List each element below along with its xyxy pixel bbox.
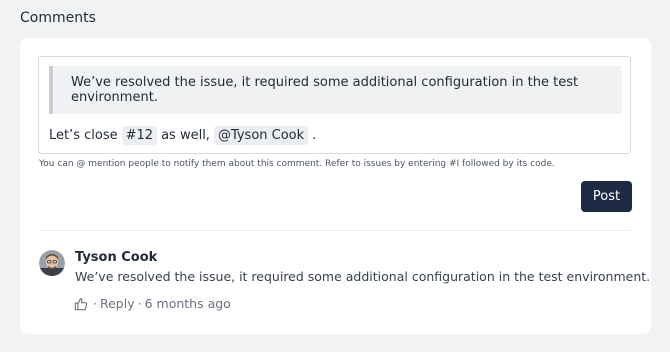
editor-text-prefix: Let’s close bbox=[49, 128, 118, 143]
user-avatar[interactable] bbox=[39, 250, 65, 276]
editor-text-line: Let’s close #12 as well, @Tyson Cook . bbox=[49, 126, 316, 145]
editor-text-suffix: . bbox=[312, 128, 317, 143]
comment-editor[interactable]: We’ve resolved the issue, it required so… bbox=[38, 56, 631, 154]
comments-card: We’ve resolved the issue, it required so… bbox=[20, 38, 651, 334]
post-button[interactable]: Post bbox=[581, 181, 632, 212]
editor-help-text: You can @ mention people to notify them … bbox=[39, 159, 555, 169]
separator: · bbox=[93, 296, 97, 311]
user-mention-chip[interactable]: @Tyson Cook bbox=[213, 126, 309, 145]
separator: · bbox=[137, 296, 142, 311]
issue-mention-chip[interactable]: #12 bbox=[121, 126, 158, 145]
section-title: Comments bbox=[20, 10, 96, 26]
reply-link[interactable]: Reply bbox=[100, 296, 135, 311]
thumbs-up-icon[interactable] bbox=[74, 297, 88, 311]
quote-text: We’ve resolved the issue, it required so… bbox=[71, 75, 579, 105]
comment-author[interactable]: Tyson Cook bbox=[75, 250, 157, 265]
editor-text-middle: as well, bbox=[161, 128, 210, 143]
blockquote: We’ve resolved the issue, it required so… bbox=[49, 66, 622, 114]
comment-timestamp: 6 months ago bbox=[144, 296, 231, 311]
comment-actions: · Reply · 6 months ago bbox=[74, 296, 231, 311]
comment-body: We’ve resolved the issue, it required so… bbox=[75, 269, 651, 284]
divider bbox=[38, 230, 631, 231]
